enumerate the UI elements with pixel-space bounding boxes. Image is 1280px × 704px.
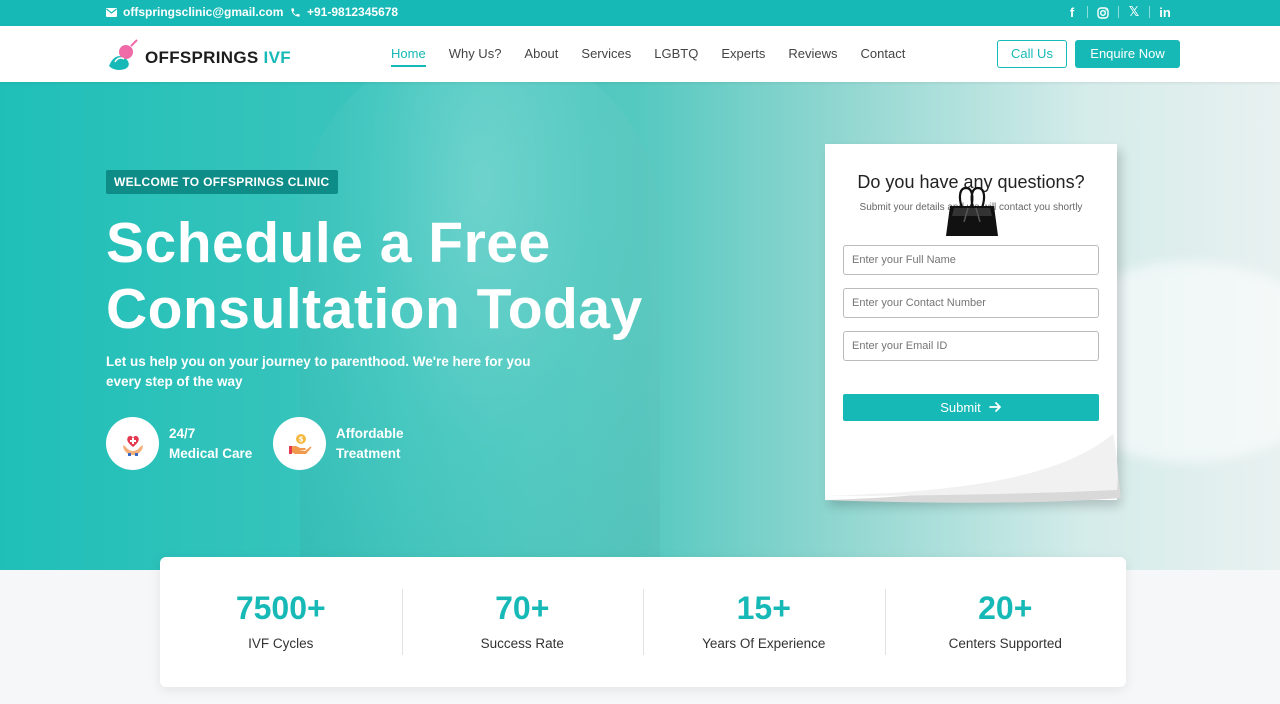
hero-subtitle: Let us help you on your journey to paren… [106,354,531,389]
stat-value: 15+ [736,590,791,626]
logo-text: OFFSPRINGS IVF [145,48,291,68]
feature-affordable-line2: Treatment [336,445,401,461]
stat-label: Centers Supported [948,636,1062,651]
stat-label: Success Rate [480,636,564,651]
call-us-button[interactable]: Call Us [997,40,1067,68]
logo-accent: IVF [263,47,291,67]
binder-clip-icon [944,186,1000,251]
social-links: f 𝕏 in [1057,4,1180,20]
facebook-icon[interactable]: f [1057,5,1087,20]
stat-value: 7500+ [235,590,326,626]
nav-reviews[interactable]: Reviews [788,46,837,67]
hero-title-line1: Schedule a Free [106,211,551,275]
hero-title: Schedule a Free Consultation Today [106,210,726,342]
top-bar: offspringsclinic@gmail.com +91-981234567… [0,0,1280,26]
site-logo[interactable]: OFFSPRINGS IVF [105,38,291,77]
stats-bar: 7500+ IVF Cycles 70+ Success Rate 15+ Ye… [160,557,1126,687]
x-icon[interactable]: 𝕏 [1119,4,1149,20]
logo-main: OFFSPRINGS [145,47,264,67]
stat-centers-supported: 20+ Centers Supported [884,557,1127,687]
feature-medical-care-line2: Medical Care [169,445,253,461]
welcome-tag: WELCOME TO OFFSPRINGS CLINIC [106,170,338,194]
stat-ivf-cycles: 7500+ IVF Cycles [160,557,402,687]
svg-text:$: $ [298,435,303,443]
nav-home[interactable]: Home [391,46,426,67]
topbar-phone-text: +91-9812345678 [307,5,399,19]
arrow-right-icon [988,400,1002,415]
feature-affordable-line1: Affordable [336,425,404,441]
stat-value: 20+ [978,590,1033,626]
submit-button[interactable]: Submit [843,394,1099,421]
feature-affordable-treatment-text: Affordable Treatment [336,424,404,464]
stat-success-rate: 70+ Success Rate [401,557,644,687]
affordable-treatment-icon: $ [273,417,326,470]
stat-years-experience: 15+ Years Of Experience [643,557,885,687]
stat-value: 70+ [495,590,550,626]
instagram-icon[interactable] [1088,5,1118,20]
nav-experts[interactable]: Experts [721,46,765,67]
medical-care-icon [106,417,159,470]
topbar-email[interactable]: offspringsclinic@gmail.com [106,5,283,19]
email-input[interactable] [843,331,1099,361]
logo-icon [105,38,139,77]
hero-title-line2: Consultation Today [106,277,643,341]
nav-lgbtq[interactable]: LGBTQ [654,46,698,67]
feature-medical-care-text: 24/7 Medical Care [169,424,252,464]
hero-section: WELCOME TO OFFSPRINGS CLINIC Schedule a … [0,82,1280,570]
envelope-icon [106,7,117,17]
enquire-now-button[interactable]: Enquire Now [1075,40,1180,68]
topbar-email-text: offspringsclinic@gmail.com [123,5,284,19]
topbar-phone[interactable]: +91-9812345678 [290,5,398,19]
feature-affordable-treatment: $ Affordable Treatment [273,417,404,470]
nav-contact[interactable]: Contact [861,46,906,67]
feature-medical-care: 24/7 Medical Care [106,417,252,470]
stat-label: IVF Cycles [248,636,314,651]
main-header: OFFSPRINGS IVF Home Why Us? About Servic… [0,26,1280,82]
linkedin-icon[interactable]: in [1150,5,1180,20]
submit-label: Submit [940,400,981,415]
nav-services[interactable]: Services [581,46,631,67]
feature-medical-care-line1: 24/7 [169,425,196,441]
phone-icon [290,7,301,18]
main-nav: Home Why Us? About Services LGBTQ Expert… [391,46,905,67]
contact-number-input[interactable] [843,288,1099,318]
paper-curl-decoration [825,434,1121,503]
stat-label: Years Of Experience [702,636,826,651]
nav-why-us[interactable]: Why Us? [449,46,502,67]
nav-about[interactable]: About [524,46,558,67]
